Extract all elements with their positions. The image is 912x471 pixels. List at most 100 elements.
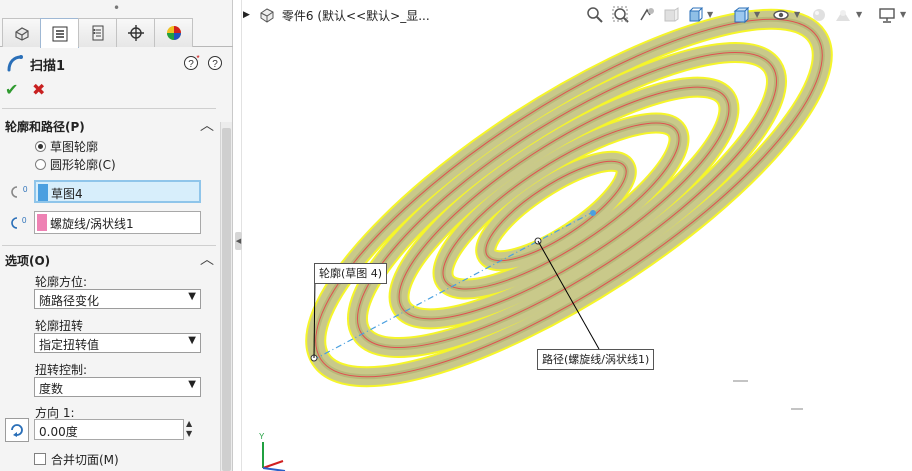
chevron-down-icon[interactable]: ▼ <box>900 10 906 19</box>
twist-value: 指定扭转值 <box>39 338 100 352</box>
reverse-direction-icon <box>11 424 23 437</box>
tab-dimxpert-manager[interactable] <box>116 18 155 47</box>
profile-value: 草图4 <box>51 187 83 201</box>
reference-triad: Y <box>259 432 286 471</box>
profile-color-chip <box>38 184 48 201</box>
spin-buttons[interactable]: ▲ ▼ <box>186 419 200 440</box>
svg-text:*: * <box>196 54 199 63</box>
manager-tabs <box>0 18 233 48</box>
path-value: 螺旋线/涡状线1 <box>50 217 134 231</box>
reverse-direction-button[interactable] <box>5 418 29 442</box>
divider <box>2 245 216 246</box>
path-color-chip <box>37 214 47 231</box>
radio-label: 草图轮廓 <box>50 139 99 154</box>
chevron-down-icon[interactable]: ▼ <box>754 10 760 19</box>
profile-icon: 0 <box>11 185 28 198</box>
twist-dropdown[interactable]: 指定扭转值 ▼ <box>34 333 201 353</box>
profile-selection-box[interactable]: 草图4 <box>34 180 201 203</box>
chevron-down-icon[interactable]: ▼ <box>856 10 862 19</box>
property-manager-panel: • 扫描1 ? * ? ✔ ✖ 轮廓和路径(P) ︿ 草图轮廓 圆形轮廓(C) … <box>0 0 233 471</box>
collapse-panel-icon[interactable]: ◀ <box>235 232 242 250</box>
scrollbar-thumb[interactable] <box>222 128 231 471</box>
callout-label: 轮廓(草图 4) <box>319 267 383 280</box>
path-icon: 0 <box>11 216 27 229</box>
orientation-label: 轮廓方位: <box>35 275 88 289</box>
twist-control-label: 扭转控制: <box>35 363 88 377</box>
svg-text:0: 0 <box>22 216 27 225</box>
orientation-dropdown[interactable]: 随路径变化 ▼ <box>34 289 201 309</box>
heads-up-view-toolbar: ▼ ▼ ▼ ▼ ▼ <box>582 2 912 28</box>
svg-text:?: ? <box>212 59 218 70</box>
chevron-up-icon[interactable]: ︿ <box>200 115 214 135</box>
ok-button[interactable]: ✔ <box>5 80 18 99</box>
twist-label: 轮廓扭转 <box>35 319 84 333</box>
crosshair-icon <box>127 25 144 41</box>
radio-sketch-profile[interactable]: 草图轮廓 <box>35 137 98 155</box>
help-detail-icon[interactable]: ? * <box>183 54 201 72</box>
profile-callout[interactable]: 轮廓(草图 4) <box>314 263 388 284</box>
graphics-area[interactable] <box>243 0 912 471</box>
section-view-icon[interactable] <box>660 4 682 26</box>
radio-circular-profile[interactable]: 圆形轮廓(C) <box>35 155 116 173</box>
edit-appearance-icon[interactable] <box>808 4 830 26</box>
appearance-icon <box>166 26 181 40</box>
twist-control-value: 度数 <box>39 382 64 396</box>
part-name: 零件6 (默认<<默认>_显... <box>281 8 430 23</box>
tab-display-manager[interactable] <box>154 18 193 47</box>
tab-property-manager[interactable] <box>40 18 79 48</box>
spin-down-icon[interactable]: ▼ <box>186 429 200 439</box>
twist-control-dropdown[interactable]: 度数 ▼ <box>34 377 201 397</box>
merge-faces-checkbox[interactable] <box>34 453 46 465</box>
chevron-down-icon[interactable]: ▼ <box>707 10 713 19</box>
svg-text:?: ? <box>188 59 194 70</box>
zoom-to-area-icon[interactable] <box>610 4 632 26</box>
callout-label: 路径(螺旋线/涡状线1) <box>542 353 650 366</box>
view-settings-icon[interactable] <box>876 4 898 26</box>
triad-label: Y <box>259 432 265 441</box>
display-style-icon[interactable] <box>730 4 752 26</box>
apply-scene-icon[interactable] <box>832 4 854 26</box>
merge-faces-label: 合并切面(M) <box>51 452 119 467</box>
radio-button[interactable] <box>35 158 46 170</box>
path-callout[interactable]: 路径(螺旋线/涡状线1) <box>537 349 655 370</box>
dropdown-arrow-icon: ▼ <box>188 379 196 390</box>
feature-title: 扫描1 <box>30 59 66 74</box>
chevron-down-icon[interactable]: ▼ <box>794 10 800 19</box>
feature-tree-icon <box>14 27 29 41</box>
panel-grip[interactable]: • <box>0 0 233 16</box>
tab-feature-manager[interactable] <box>2 18 41 47</box>
feature-tree-flyout[interactable]: ▶ 零件6 (默认<<默认>_显... <box>243 4 430 26</box>
profile-path-section-header[interactable]: 轮廓和路径(P) ︿ <box>0 116 220 136</box>
zoom-to-fit-icon[interactable] <box>584 4 606 26</box>
merge-faces-option[interactable]: 合并切面(M) <box>34 451 119 467</box>
hide-show-icon[interactable] <box>770 4 792 26</box>
options-section-header[interactable]: 选项(O) ︿ <box>0 250 220 270</box>
configuration-icon <box>92 25 103 41</box>
chevron-up-icon[interactable]: ︿ <box>200 249 214 269</box>
sweep-model <box>243 0 912 471</box>
help-icon[interactable]: ? <box>206 54 224 72</box>
sweep-icon <box>7 55 23 72</box>
part-icon <box>260 8 274 23</box>
direction-value: 0.00度 <box>39 425 78 439</box>
radio-label: 圆形轮廓(C) <box>50 157 116 172</box>
view-orientation-icon[interactable] <box>684 4 706 26</box>
radio-button[interactable] <box>35 140 46 152</box>
path-selection-box[interactable]: 螺旋线/涡状线1 <box>34 211 201 234</box>
section-title: 选项(O) <box>5 254 51 268</box>
spin-up-icon[interactable]: ▲ <box>186 419 200 429</box>
orientation-value: 随路径变化 <box>39 294 100 308</box>
tab-configuration-manager[interactable] <box>78 18 117 47</box>
direction-spin-field[interactable]: 0.00度 <box>34 419 184 440</box>
cancel-button[interactable]: ✖ <box>32 80 45 99</box>
feature-title-row: 扫描1 ? * ? <box>0 52 233 76</box>
dropdown-arrow-icon: ▼ <box>188 291 196 302</box>
section-title: 轮廓和路径(P) <box>5 120 85 134</box>
svg-text:0: 0 <box>23 185 28 194</box>
expand-arrow-icon[interactable]: ▶ <box>243 10 250 20</box>
dropdown-arrow-icon: ▼ <box>188 335 196 346</box>
divider <box>2 108 216 109</box>
previous-view-icon[interactable] <box>636 4 658 26</box>
axis-point <box>590 210 596 216</box>
property-list-icon <box>52 26 67 41</box>
